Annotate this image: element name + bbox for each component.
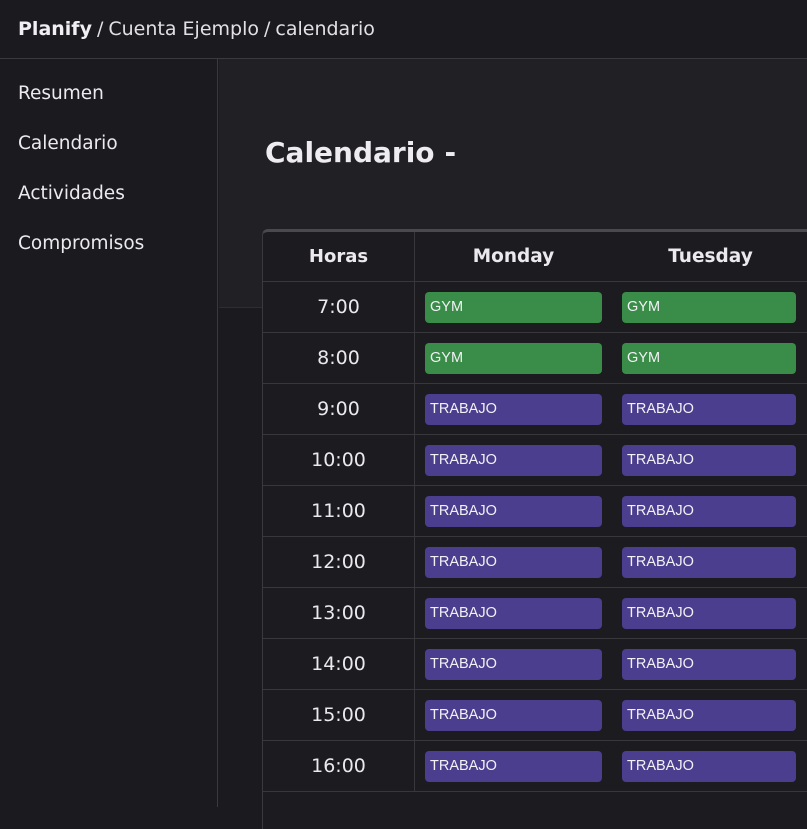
monday-slot: GYM bbox=[415, 333, 612, 383]
column-header-tuesday: Tuesday bbox=[668, 246, 753, 267]
breadcrumb-page: calendario bbox=[275, 18, 375, 40]
page-title: Calendario - bbox=[265, 136, 456, 169]
tuesday-slot: TRABAJO bbox=[612, 384, 807, 434]
event-trabajo[interactable]: TRABAJO bbox=[425, 597, 602, 629]
column-header-hours: Horas bbox=[263, 232, 415, 281]
event-trabajo[interactable]: TRABAJO bbox=[425, 393, 602, 425]
event-trabajo[interactable]: TRABAJO bbox=[622, 597, 796, 629]
event-trabajo[interactable]: TRABAJO bbox=[425, 444, 602, 476]
brand-link[interactable]: Planify bbox=[18, 18, 92, 40]
tuesday-slot: GYM bbox=[612, 282, 807, 332]
monday-slot: TRABAJO bbox=[415, 639, 612, 689]
event-gym[interactable]: GYM bbox=[425, 342, 602, 374]
sidebar-item-resumen[interactable]: Resumen bbox=[0, 69, 217, 119]
tuesday-slot: TRABAJO bbox=[612, 537, 807, 587]
table-row: 16:00 TRABAJO TRABAJO bbox=[263, 741, 807, 792]
event-trabajo[interactable]: TRABAJO bbox=[425, 495, 602, 527]
hour-cell: 13:00 bbox=[263, 588, 415, 638]
tuesday-slot: GYM bbox=[612, 333, 807, 383]
column-header-monday: Monday bbox=[472, 246, 555, 267]
event-trabajo[interactable]: TRABAJO bbox=[622, 699, 796, 731]
table-row: 7:00 GYM GYM bbox=[263, 282, 807, 333]
main-content: Calendario - Horas Monday Tuesday 7:00 GYM… bbox=[219, 59, 807, 829]
hour-cell: 10:00 bbox=[263, 435, 415, 485]
monday-slot: TRABAJO bbox=[415, 537, 612, 587]
monday-slot: TRABAJO bbox=[415, 435, 612, 485]
sidebar-item-actividades[interactable]: Actividades bbox=[0, 169, 217, 219]
tuesday-slot: TRABAJO bbox=[612, 639, 807, 689]
table-row: 8:00 GYM GYM bbox=[263, 333, 807, 384]
event-trabajo[interactable]: TRABAJO bbox=[622, 393, 796, 425]
table-row: 12:00 TRABAJO TRABAJO bbox=[263, 537, 807, 588]
breadcrumb-separator: / bbox=[263, 18, 271, 40]
monday-slot: TRABAJO bbox=[415, 588, 612, 638]
event-trabajo[interactable]: TRABAJO bbox=[622, 750, 796, 782]
monday-slot: TRABAJO bbox=[415, 690, 612, 740]
hour-cell: 7:00 bbox=[263, 282, 415, 332]
event-gym[interactable]: GYM bbox=[622, 291, 796, 323]
sidebar-item-calendario[interactable]: Calendario bbox=[0, 119, 217, 169]
monday-slot: GYM bbox=[415, 282, 612, 332]
table-row: 13:00 TRABAJO TRABAJO bbox=[263, 588, 807, 639]
hour-cell: 11:00 bbox=[263, 486, 415, 536]
monday-slot: TRABAJO bbox=[415, 384, 612, 434]
calendar-header-row: Horas Monday Tuesday bbox=[263, 232, 807, 282]
event-trabajo[interactable]: TRABAJO bbox=[622, 495, 796, 527]
breadcrumb-account[interactable]: Cuenta Ejemplo bbox=[108, 18, 259, 40]
breadcrumb: Planify / Cuenta Ejemplo / calendario bbox=[0, 0, 807, 59]
hour-cell: 9:00 bbox=[263, 384, 415, 434]
tuesday-slot: TRABAJO bbox=[612, 588, 807, 638]
hour-cell: 12:00 bbox=[263, 537, 415, 587]
hour-cell: 16:00 bbox=[263, 741, 415, 791]
page-title-text: Calendario bbox=[265, 136, 435, 169]
hour-cell: 15:00 bbox=[263, 690, 415, 740]
event-trabajo[interactable]: TRABAJO bbox=[622, 444, 796, 476]
calendar-body: 7:00 GYM GYM 8:00 GYM GYM 9:00 TRABAJO TRABAJO 10… bbox=[263, 282, 807, 792]
event-trabajo[interactable]: TRABAJO bbox=[425, 750, 602, 782]
event-trabajo[interactable]: TRABAJO bbox=[425, 699, 602, 731]
hour-cell: 14:00 bbox=[263, 639, 415, 689]
monday-slot: TRABAJO bbox=[415, 486, 612, 536]
tuesday-slot: TRABAJO bbox=[612, 486, 807, 536]
monday-slot: TRABAJO bbox=[415, 741, 612, 791]
sidebar: Resumen Calendario Actividades Compromis… bbox=[0, 59, 218, 807]
event-trabajo[interactable]: TRABAJO bbox=[622, 546, 796, 578]
hour-cell: 8:00 bbox=[263, 333, 415, 383]
page-title-suffix: - bbox=[444, 136, 457, 169]
table-row: 9:00 TRABAJO TRABAJO bbox=[263, 384, 807, 435]
table-row: 10:00 TRABAJO TRABAJO bbox=[263, 435, 807, 486]
event-trabajo[interactable]: TRABAJO bbox=[425, 648, 602, 680]
event-gym[interactable]: GYM bbox=[425, 291, 602, 323]
sidebar-item-compromisos[interactable]: Compromisos bbox=[0, 219, 217, 269]
tuesday-slot: TRABAJO bbox=[612, 690, 807, 740]
event-trabajo[interactable]: TRABAJO bbox=[622, 648, 796, 680]
event-gym[interactable]: GYM bbox=[622, 342, 796, 374]
table-row: 11:00 TRABAJO TRABAJO bbox=[263, 486, 807, 537]
table-row: 15:00 TRABAJO TRABAJO bbox=[263, 690, 807, 741]
table-row: 14:00 TRABAJO TRABAJO bbox=[263, 639, 807, 690]
tuesday-slot: TRABAJO bbox=[612, 741, 807, 791]
breadcrumb-separator: / bbox=[96, 18, 104, 40]
calendar-table: Horas Monday Tuesday 7:00 GYM GYM 8:00 GYM GY… bbox=[262, 229, 807, 829]
event-trabajo[interactable]: TRABAJO bbox=[425, 546, 602, 578]
tuesday-slot: TRABAJO bbox=[612, 435, 807, 485]
